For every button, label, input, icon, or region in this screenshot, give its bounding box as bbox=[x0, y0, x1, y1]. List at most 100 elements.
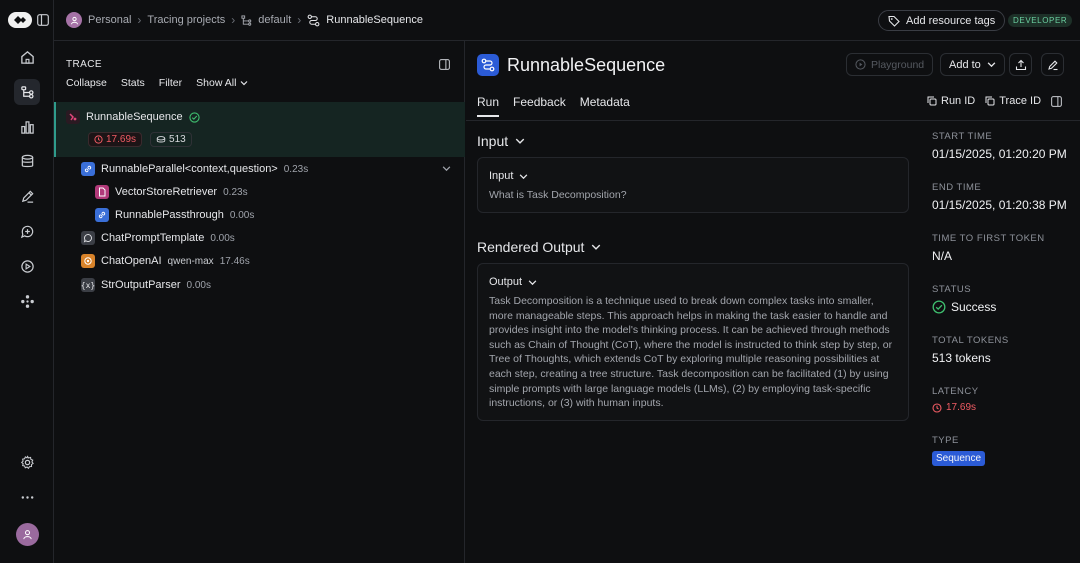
input-card-toggle[interactable]: Input bbox=[489, 170, 528, 182]
chevron-down-icon bbox=[987, 60, 996, 69]
add-to-dropdown[interactable]: Add to bbox=[940, 53, 1005, 76]
collapse-button[interactable]: Collapse bbox=[66, 77, 107, 89]
toggle-side-panel-icon[interactable] bbox=[1051, 95, 1062, 107]
monitoring-icon[interactable] bbox=[14, 114, 40, 140]
show-all-label: Show All bbox=[196, 77, 237, 89]
trace-title: TRACE bbox=[66, 59, 102, 70]
output-section-toggle[interactable]: Rendered Output bbox=[477, 239, 601, 255]
trace-row-chat-prompt-template[interactable]: ChatPromptTemplate 0.00s bbox=[81, 231, 235, 245]
chevron-down-icon[interactable] bbox=[442, 164, 451, 173]
trace-row-name: StrOutputParser bbox=[101, 279, 181, 291]
collapse-panel-icon[interactable] bbox=[439, 59, 450, 70]
trace-panel: TRACE Collapse Stats Filter Show All Run… bbox=[54, 41, 465, 563]
home-icon[interactable] bbox=[14, 44, 40, 70]
trace-row-latency: 0.00s bbox=[186, 279, 211, 291]
share-export-button[interactable] bbox=[1009, 53, 1032, 76]
sidebar-toggle-icon[interactable] bbox=[37, 14, 49, 26]
tab-run[interactable]: Run bbox=[477, 95, 500, 117]
latency-label: LATENCY bbox=[932, 386, 979, 397]
edit-button[interactable] bbox=[1041, 53, 1064, 76]
developer-badge: DEVELOPER bbox=[1008, 14, 1073, 27]
trace-row-latency: 0.00s bbox=[210, 232, 235, 244]
trace-row-chat-openai[interactable]: ChatOpenAI qwen-max 17.46s bbox=[81, 254, 250, 268]
annotation-pen-icon[interactable] bbox=[14, 183, 40, 209]
trace-row-name: VectorStoreRetriever bbox=[115, 186, 218, 198]
trace-row-vectorstore-retriever[interactable]: VectorStoreRetriever 0.23s bbox=[95, 185, 248, 199]
output-card: Output Task Decomposition is a technique… bbox=[477, 263, 909, 421]
trace-row-name: RunnablePassthrough bbox=[115, 209, 224, 221]
tabs-divider bbox=[466, 120, 1080, 121]
total-tokens-label: TOTAL TOKENS bbox=[932, 335, 1009, 346]
chain-icon bbox=[66, 110, 80, 124]
status-value: Success bbox=[932, 300, 996, 314]
type-badge: Sequence bbox=[932, 451, 986, 466]
workspace-avatar-icon bbox=[66, 12, 82, 28]
trace-row-model: qwen-max bbox=[167, 255, 214, 267]
trace-root-stats: 17.69s 513 bbox=[88, 132, 192, 147]
settings-gear-icon[interactable] bbox=[14, 449, 40, 475]
trace-row-str-output-parser[interactable]: {x} StrOutputParser 0.00s bbox=[81, 278, 211, 292]
playground-icon[interactable] bbox=[14, 253, 40, 279]
tokens-icon bbox=[156, 135, 166, 144]
left-rail bbox=[0, 0, 54, 563]
trace-row-latency: 0.23s bbox=[223, 186, 248, 198]
breadcrumb: Personal › Tracing projects › default › … bbox=[66, 12, 423, 28]
input-section-toggle[interactable]: Input bbox=[477, 133, 525, 149]
latency-value: 17.69s bbox=[932, 402, 979, 413]
chevron-right-icon: › bbox=[231, 13, 236, 27]
playground-button[interactable]: Playground bbox=[846, 53, 934, 76]
copy-icon bbox=[927, 96, 937, 106]
trace-row-latency: 0.00s bbox=[229, 209, 255, 221]
chat-icon bbox=[81, 231, 95, 245]
project-icon bbox=[241, 14, 252, 26]
trace-toolbar: Collapse Stats Filter Show All bbox=[66, 77, 248, 89]
add-resource-tags-button[interactable]: Add resource tags bbox=[878, 10, 1006, 31]
document-icon bbox=[95, 185, 109, 199]
show-all-dropdown[interactable]: Show All bbox=[196, 77, 248, 89]
latency-field: LATENCY 17.69s bbox=[932, 386, 979, 413]
trace-id-label: Trace ID bbox=[999, 95, 1042, 107]
latency-badge: 17.69s bbox=[88, 132, 143, 147]
tokens-value: 513 bbox=[169, 134, 186, 145]
breadcrumb-tracing-projects[interactable]: Tracing projects bbox=[147, 14, 225, 26]
braces-icon: {x} bbox=[81, 278, 95, 292]
copy-trace-id-button[interactable]: Trace ID bbox=[985, 95, 1041, 107]
run-tabs: Run Feedback Metadata bbox=[477, 95, 630, 117]
clock-icon bbox=[94, 135, 103, 144]
user-avatar[interactable] bbox=[16, 523, 39, 546]
chevron-down-icon bbox=[240, 79, 248, 87]
trace-root-row[interactable]: RunnableSequence 17.69s 513 bbox=[54, 102, 465, 157]
tab-feedback[interactable]: Feedback bbox=[513, 95, 566, 117]
chevron-right-icon: › bbox=[137, 13, 142, 27]
run-detail: RunnableSequence Playground Add to Run F… bbox=[466, 41, 1080, 563]
prompts-icon[interactable] bbox=[14, 218, 40, 244]
trace-row-latency: 17.46s bbox=[219, 255, 250, 267]
link-icon bbox=[95, 208, 109, 222]
run-title-text: RunnableSequence bbox=[507, 54, 666, 75]
copy-run-id-button[interactable]: Run ID bbox=[927, 95, 975, 107]
breadcrumb-workspace[interactable]: Personal bbox=[88, 14, 131, 26]
output-card-toggle[interactable]: Output bbox=[489, 276, 537, 288]
langsmith-logo-icon bbox=[8, 12, 32, 28]
tracing-icon[interactable] bbox=[14, 79, 40, 105]
breadcrumb-project[interactable]: default bbox=[258, 14, 291, 26]
tab-metadata[interactable]: Metadata bbox=[580, 95, 630, 117]
output-section-title: Rendered Output bbox=[477, 239, 585, 255]
app-logo[interactable] bbox=[8, 12, 49, 28]
filter-button[interactable]: Filter bbox=[159, 77, 182, 89]
chevron-right-icon: › bbox=[297, 13, 302, 27]
stats-button[interactable]: Stats bbox=[121, 77, 145, 89]
trace-root-name: RunnableSequence bbox=[86, 111, 183, 123]
tag-icon bbox=[888, 15, 900, 27]
trace-row-runnable-passthrough[interactable]: RunnablePassthrough 0.00s bbox=[95, 208, 254, 222]
deployments-icon[interactable] bbox=[14, 288, 40, 314]
more-options-icon[interactable] bbox=[14, 484, 40, 510]
input-card-title: Input bbox=[489, 170, 514, 182]
link-icon bbox=[81, 162, 95, 176]
ttft-label: TIME TO FIRST TOKEN bbox=[932, 233, 1045, 244]
input-text: What is Task Decomposition? bbox=[489, 189, 627, 201]
trace-row-runnable-parallel[interactable]: RunnableParallel<context,question> 0.23s bbox=[81, 162, 308, 176]
chevron-down-icon bbox=[515, 136, 525, 146]
chevron-down-icon bbox=[528, 278, 537, 287]
datasets-icon[interactable] bbox=[14, 148, 40, 174]
